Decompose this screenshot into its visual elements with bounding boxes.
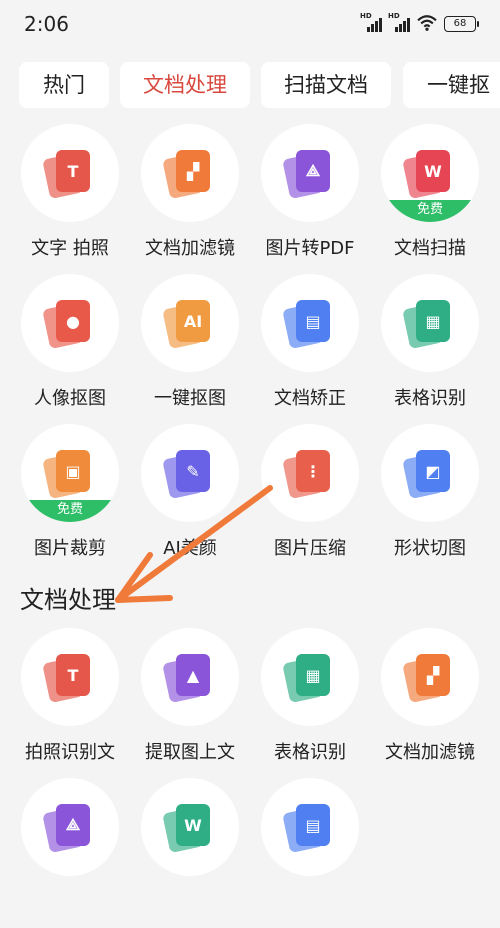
annotation-arrow (115, 485, 273, 603)
